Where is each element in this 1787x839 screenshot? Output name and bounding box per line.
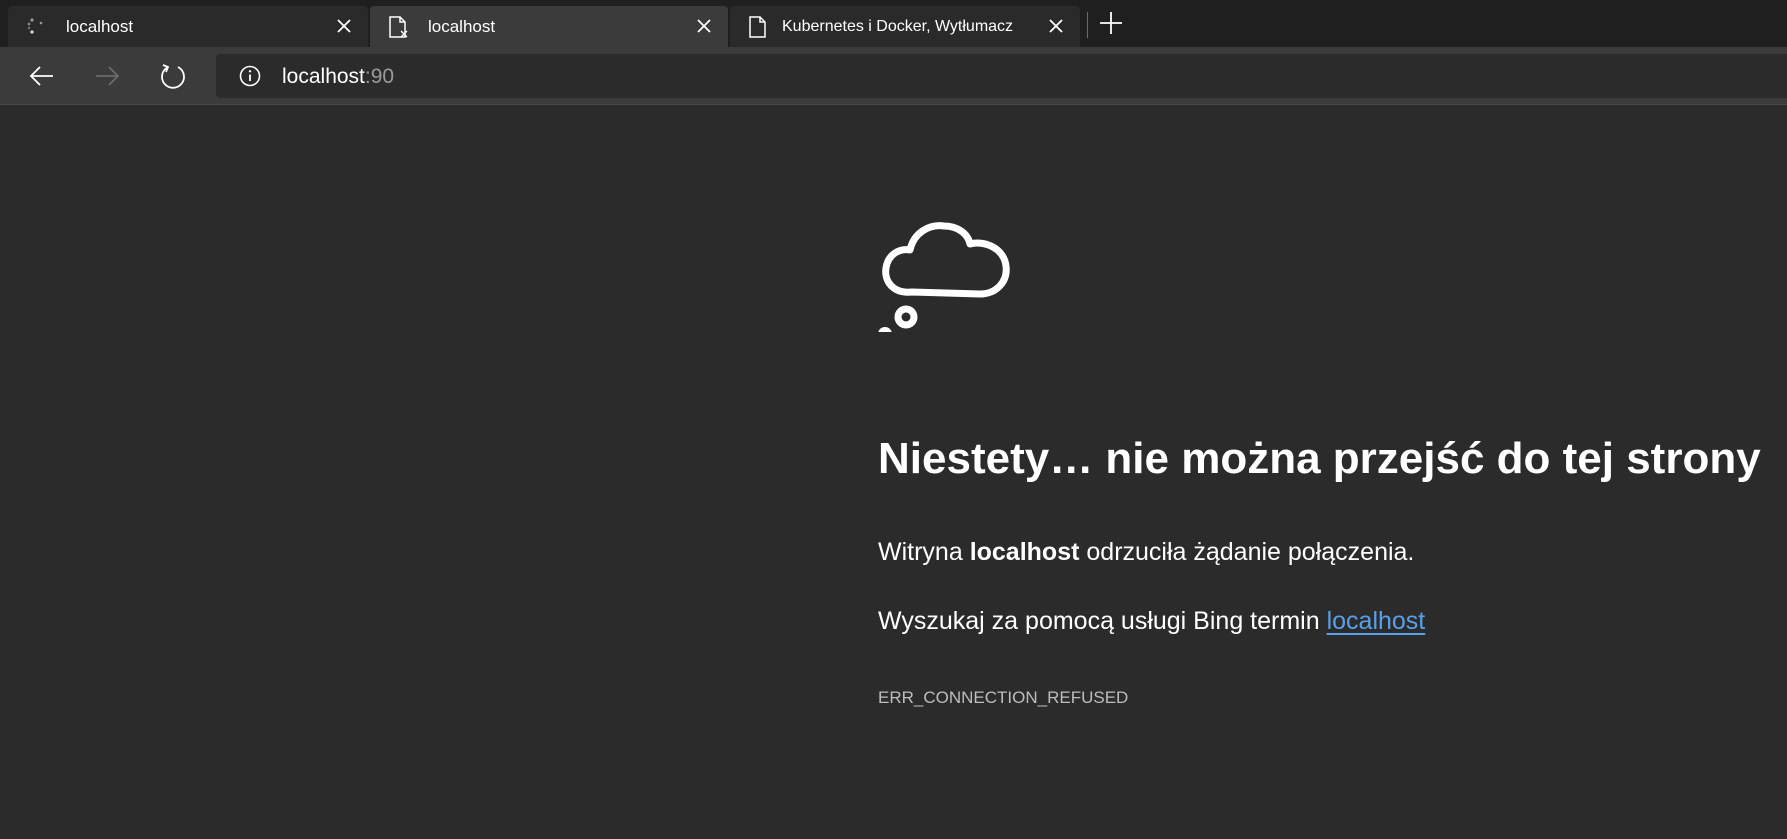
close-tab-icon[interactable] — [1046, 16, 1066, 36]
tab-kubernetes[interactable]: Kubernetes i Docker, Wytłumacz — [730, 6, 1080, 47]
refresh-icon[interactable] — [158, 61, 188, 91]
page-error-icon — [389, 16, 408, 38]
error-title: Niestety… nie można przejść do tej stron… — [878, 434, 1761, 483]
tab-localhost-loading[interactable]: localhost — [8, 6, 368, 47]
bing-search-link[interactable]: localhost — [1327, 607, 1426, 635]
forward-arrow-icon[interactable] — [92, 61, 122, 91]
bing-search-suggestion: Wyszukaj za pomocą usługi Bing termin lo… — [878, 607, 1425, 636]
error-host: localhost — [969, 538, 1080, 566]
thought-cloud-icon — [878, 222, 1010, 332]
tab-label: localhost — [66, 17, 134, 36]
navigation-toolbar: localhost:90 — [0, 47, 1787, 105]
error-description-suffix: odrzuciła żądanie połączenia. — [1079, 538, 1415, 566]
info-icon[interactable] — [238, 64, 262, 88]
back-arrow-icon[interactable] — [27, 61, 57, 91]
tab-localhost-active[interactable]: localhost — [370, 6, 728, 47]
tab-label: localhost — [428, 17, 496, 36]
tab-strip: localhost localhost Kubernetes i Docker,… — [0, 0, 1787, 47]
close-tab-icon[interactable] — [334, 16, 354, 36]
address-bar[interactable]: localhost:90 — [216, 54, 1787, 98]
page-icon — [749, 16, 766, 38]
url-text: localhost:90 — [282, 65, 394, 89]
url-port: :90 — [364, 65, 395, 88]
tab-separator — [1087, 12, 1088, 38]
close-tab-icon[interactable] — [694, 16, 714, 36]
error-code: ERR_CONNECTION_REFUSED — [878, 688, 1129, 707]
url-host: localhost — [282, 65, 365, 88]
loading-spinner-icon — [27, 18, 43, 34]
new-tab-icon[interactable] — [1098, 10, 1124, 36]
bing-search-prefix: Wyszukaj za pomocą usługi Bing termin — [878, 607, 1327, 635]
error-description: Witryna localhost odrzuciła żądanie połą… — [878, 538, 1414, 567]
tab-label: Kubernetes i Docker, Wytłumacz — [782, 18, 1014, 35]
error-description-prefix: Witryna — [878, 538, 970, 566]
